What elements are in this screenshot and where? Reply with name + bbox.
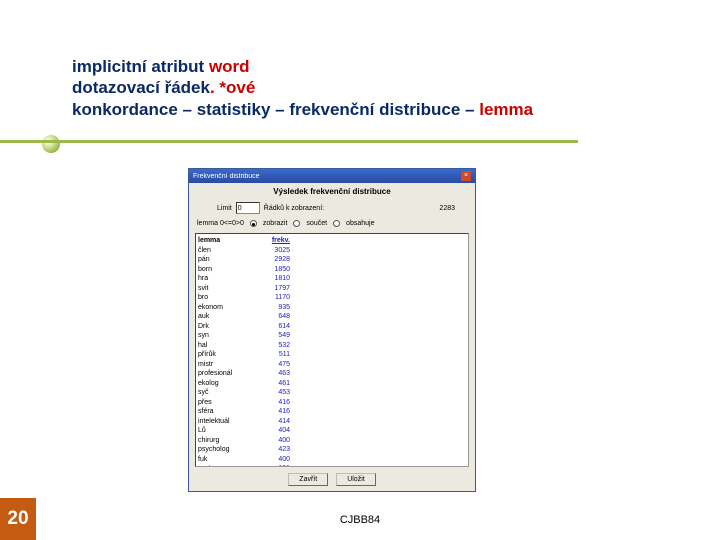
table-row[interactable]: intelektuál414 [198,417,466,427]
title-text: implicitní atribut [72,57,209,76]
divider [0,140,578,143]
app-window: Frekvenční distribuce × Výsledek frekven… [188,168,476,492]
table-row[interactable]: chirurg400 [198,436,466,446]
table-row[interactable]: ekolog461 [198,379,466,389]
controls-row: Limit Řádků k zobrazení: 2283 [189,202,475,218]
row-label: lemma 0<=0>0 [197,220,244,227]
radio-obsahuje[interactable] [333,220,340,227]
controls-row-2: lemma 0<=0>0 zobrazit součet obsahuje [189,218,475,233]
limit-input[interactable] [236,202,260,214]
close-icon[interactable]: × [461,171,471,181]
bullet-icon [42,135,60,153]
table-header: lemmafrekv. [198,236,466,246]
window-title: Frekvenční distribuce [193,173,260,180]
radio-soucet[interactable] [293,220,300,227]
table-row[interactable]: profesionál463 [198,369,466,379]
rows-label: Řádků k zobrazení: [264,205,324,212]
title-query: . *ové [210,78,255,97]
table-row[interactable]: Lů404 [198,426,466,436]
results-list[interactable]: lemmafrekv.člen3025pán2928born1850hra181… [195,233,469,467]
table-row[interactable]: člen3025 [198,246,466,256]
rows-value: 2283 [439,205,455,212]
footer-text: CJBB84 [0,514,720,526]
table-row[interactable]: auk648 [198,312,466,322]
table-row[interactable]: pán2928 [198,255,466,265]
button-row: Zavřít Uložit [189,467,475,486]
table-row[interactable]: Drk614 [198,322,466,332]
panel-title: Výsledek frekvenční distribuce [189,183,475,202]
radio-label: obsahuje [346,220,374,227]
table-row[interactable]: born1850 [198,265,466,275]
table-row[interactable]: psycholog423 [198,445,466,455]
radio-zobrazit[interactable] [250,220,257,227]
table-row[interactable]: ekonom935 [198,303,466,313]
limit-label: Limit [217,205,232,212]
table-row[interactable]: syč453 [198,388,466,398]
table-row[interactable]: fuk400 [198,455,466,465]
radio-label: zobrazit [263,220,288,227]
table-row[interactable]: svit1797 [198,284,466,294]
table-row[interactable]: přírůk511 [198,350,466,360]
table-row[interactable]: syn549 [198,331,466,341]
slide-title: implicitní atribut word dotazovací řádek… [72,56,672,120]
table-row[interactable]: bro1170 [198,293,466,303]
table-row[interactable]: přes416 [198,398,466,408]
table-row[interactable]: hra1810 [198,274,466,284]
title-keyword-lemma: lemma [479,100,533,119]
title-keyword-word: word [209,57,250,76]
table-row[interactable]: hal532 [198,341,466,351]
window-titlebar: Frekvenční distribuce × [189,169,475,183]
save-button[interactable]: Uložit [336,473,376,486]
table-row[interactable]: sféra416 [198,407,466,417]
table-row[interactable]: mistr475 [198,360,466,370]
title-text: konkordance – statistiky – frekvenční di… [72,100,479,119]
close-button[interactable]: Zavřít [288,473,328,486]
radio-label: součet [306,220,327,227]
title-text: dotazovací řádek [72,78,210,97]
